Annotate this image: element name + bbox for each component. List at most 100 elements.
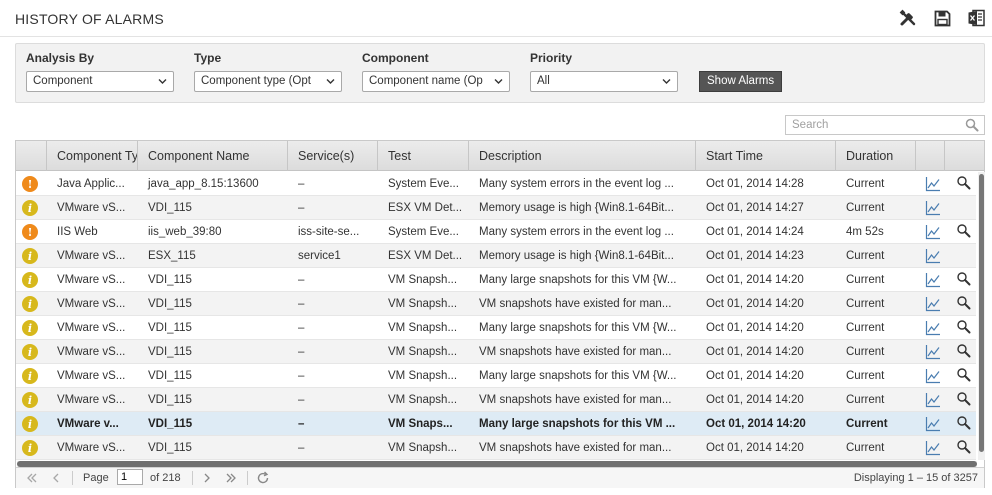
- table-row[interactable]: i VMware vS... VDI_115 – VM Snapsh... VM snap…: [16, 340, 976, 364]
- graph-icon[interactable]: [925, 296, 941, 312]
- page-number-input[interactable]: [117, 469, 143, 485]
- cell-component-name: VDI_115: [148, 298, 192, 310]
- graph-icon[interactable]: [925, 344, 941, 360]
- save-icon[interactable]: [932, 8, 952, 28]
- cell-duration: Current: [846, 178, 885, 190]
- header-start-time[interactable]: Start Time: [696, 141, 836, 171]
- minor-alarm-icon: i: [22, 344, 38, 360]
- magnifier-icon[interactable]: [956, 343, 971, 358]
- vertical-scroll-thumb[interactable]: [979, 174, 984, 452]
- next-page-icon[interactable]: [199, 470, 215, 486]
- magnifier-icon[interactable]: [956, 175, 971, 190]
- graph-icon[interactable]: [925, 320, 941, 336]
- cell-start-time: Oct 01, 2014 14:28: [706, 178, 804, 190]
- table-row[interactable]: ! IIS Web iis_web_39:80 iss-site-se... Syste…: [16, 220, 976, 244]
- tools-icon[interactable]: [898, 8, 918, 28]
- magnifier-icon[interactable]: [956, 295, 971, 310]
- component-label: Component: [362, 51, 429, 65]
- cell-component-type: VMware vS...: [57, 394, 126, 406]
- magnifier-icon[interactable]: [956, 319, 971, 334]
- header-duration[interactable]: Duration: [836, 141, 916, 171]
- vertical-scrollbar[interactable]: [978, 172, 985, 460]
- cell-description: Many large snapshots for this VM {W...: [479, 322, 677, 334]
- cell-services: –: [298, 346, 305, 358]
- table-row[interactable]: i VMware vS... VDI_115 – VM Snapsh... Many la…: [16, 316, 976, 340]
- graph-icon[interactable]: [925, 392, 941, 408]
- magnifier-icon[interactable]: [956, 271, 971, 286]
- header-component-name[interactable]: Component Name: [138, 141, 288, 171]
- minor-alarm-icon: i: [22, 272, 38, 288]
- table-row[interactable]: i VMware vS... VDI_115 – VM Snapsh... VM snap…: [16, 388, 976, 412]
- header-services[interactable]: Service(s): [288, 141, 378, 171]
- priority-label: Priority: [530, 51, 573, 65]
- graph-icon[interactable]: [925, 176, 941, 192]
- cell-services: –: [298, 442, 305, 454]
- graph-icon[interactable]: [925, 200, 941, 216]
- header-component-type[interactable]: Component Type: [47, 141, 138, 171]
- search-input[interactable]: [786, 116, 956, 134]
- table-row[interactable]: i VMware vS... VDI_115 – VM Snapsh... Many la…: [16, 364, 976, 388]
- graph-icon[interactable]: [925, 416, 941, 432]
- magnifier-icon[interactable]: [956, 223, 971, 238]
- graph-icon[interactable]: [925, 224, 941, 240]
- cell-duration: Current: [846, 418, 888, 430]
- search-icon[interactable]: [965, 118, 979, 132]
- major-alarm-icon: !: [22, 176, 38, 192]
- cell-services: –: [298, 298, 305, 310]
- type-value: Component type (Opt: [201, 75, 311, 87]
- cell-duration: Current: [846, 442, 885, 454]
- magnifier-icon[interactable]: [956, 391, 971, 406]
- cell-start-time: Oct 01, 2014 14:20: [706, 322, 804, 334]
- graph-icon[interactable]: [925, 272, 941, 288]
- graph-icon[interactable]: [925, 440, 941, 456]
- minor-alarm-icon: i: [22, 200, 38, 216]
- analysis-by-select[interactable]: Component: [26, 71, 174, 92]
- cell-component-name: VDI_115: [148, 202, 192, 214]
- refresh-icon[interactable]: [255, 470, 271, 486]
- header-severity[interactable]: [16, 141, 47, 171]
- search-box: [785, 115, 985, 135]
- last-page-icon[interactable]: [223, 470, 239, 486]
- page-of-label: of 218: [150, 472, 181, 484]
- cell-services: –: [298, 202, 305, 214]
- cell-component-name: VDI_115: [148, 370, 192, 382]
- cell-start-time: Oct 01, 2014 14:20: [706, 346, 804, 358]
- prev-page-icon[interactable]: [48, 470, 64, 486]
- cell-test: VM Snapsh...: [388, 442, 458, 454]
- table-row[interactable]: i VMware vS... VDI_115 – VM Snapsh... VM snap…: [16, 436, 976, 460]
- chevron-down-icon: [326, 79, 335, 84]
- header-details: [945, 141, 984, 171]
- cell-component-type: IIS Web: [57, 226, 98, 238]
- type-select[interactable]: Component type (Opt: [194, 71, 342, 92]
- table-row[interactable]: ! Java Applic... java_app_8.15:13600 – Syste…: [16, 172, 976, 196]
- major-alarm-icon: !: [22, 224, 38, 240]
- table-row[interactable]: i VMware vS... VDI_115 – ESX VM Det... Memory…: [16, 196, 976, 220]
- table-row[interactable]: i VMware vS... VDI_115 – VM Snapsh... Many la…: [16, 268, 976, 292]
- show-alarms-button[interactable]: Show Alarms: [699, 71, 783, 92]
- cell-description: Many system errors in the event log ...: [479, 226, 674, 238]
- pager-separator: [247, 471, 248, 485]
- table-row[interactable]: i VMware vS... VDI_115 – VM Snapsh... VM snap…: [16, 292, 976, 316]
- header-test[interactable]: Test: [378, 141, 469, 171]
- cell-component-name: ESX_115: [148, 250, 196, 262]
- table-row[interactable]: i VMware vS... ESX_115 service1 ESX VM Det..…: [16, 244, 976, 268]
- first-page-icon[interactable]: [24, 470, 40, 486]
- analysis-by-value: Component: [33, 75, 93, 87]
- graph-icon[interactable]: [925, 248, 941, 264]
- excel-icon[interactable]: [966, 8, 986, 28]
- cell-duration: Current: [846, 394, 885, 406]
- cell-component-name: iis_web_39:80: [148, 226, 222, 238]
- magnifier-icon[interactable]: [956, 367, 971, 382]
- cell-description: Many large snapshots for this VM ...: [479, 418, 676, 430]
- magnifier-icon[interactable]: [956, 439, 971, 454]
- chevron-down-icon: [158, 79, 167, 84]
- header-description[interactable]: Description: [469, 141, 696, 171]
- cell-duration: Current: [846, 298, 885, 310]
- analysis-by-group: Analysis By Component: [26, 51, 174, 92]
- component-select[interactable]: Component name (Op: [362, 71, 510, 92]
- magnifier-icon[interactable]: [956, 415, 971, 430]
- table-row[interactable]: i VMware v... VDI_115 – VM Snaps... Many larg…: [16, 412, 976, 436]
- graph-icon[interactable]: [925, 368, 941, 384]
- priority-select[interactable]: All: [530, 71, 678, 92]
- cell-description: VM snapshots have existed for man...: [479, 346, 672, 358]
